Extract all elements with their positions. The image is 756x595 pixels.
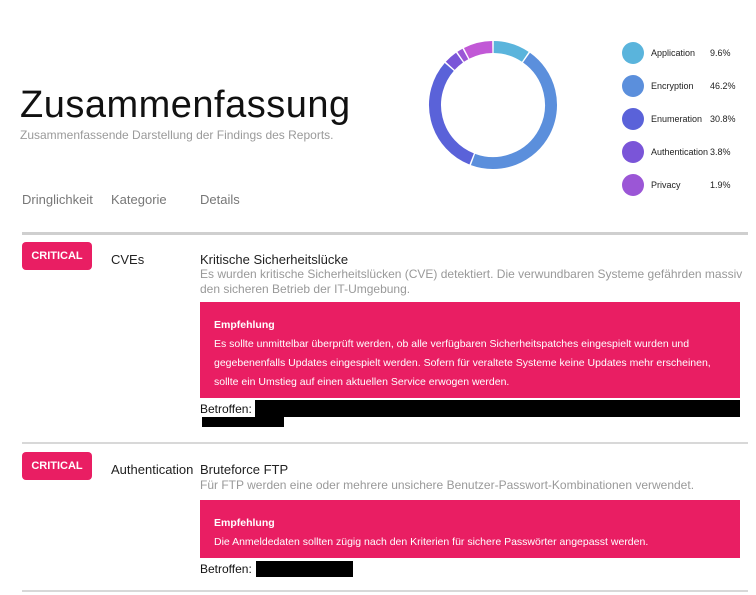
page-subtitle: Zusammenfassende Darstellung der Finding…: [20, 128, 334, 142]
legend-value: 1.9%: [710, 179, 731, 190]
legend-value: 46.2%: [710, 80, 736, 91]
legend-label: Privacy: [651, 179, 681, 190]
finding-category: Authentication: [111, 462, 194, 477]
donut-slice-application: [493, 41, 529, 62]
row-divider: [22, 442, 748, 444]
recommendation-title: Empfehlung: [214, 319, 275, 331]
category-donut-chart: [429, 41, 557, 169]
redacted-block: [255, 400, 740, 417]
legend-label: Enumeration: [651, 113, 703, 124]
row-divider: [22, 590, 748, 592]
finding-description: Es wurden kritische Sicherheitslücken (C…: [200, 267, 743, 296]
finding-title: Bruteforce FTP: [200, 462, 289, 477]
legend-swatch: [622, 107, 644, 130]
donut-slice-enumeration: [429, 62, 475, 165]
recommendation-text: Die Anmeldedaten sollten zügig nach den …: [214, 536, 649, 548]
affected-label: Betroffen:: [200, 562, 252, 576]
recommendation-box: Empfehlung Es sollte unmittelbar überprü…: [200, 302, 740, 398]
legend-swatch: [622, 74, 644, 97]
legend-item: Privacy 1.9%: [622, 168, 756, 201]
column-header-details: Details: [200, 192, 240, 207]
chart-legend: Application 9.6% Encryption 46.2% Enumerat…: [622, 36, 756, 201]
finding-title: Kritische Sicherheitslücke: [200, 252, 349, 267]
legend-swatch: [622, 173, 644, 196]
page-title: Zusammenfassung: [20, 84, 351, 126]
donut-slice-other: [463, 41, 493, 59]
redacted-block: [202, 417, 284, 427]
recommendation-text: Es sollte unmittelbar überprüft werden, …: [214, 338, 711, 388]
legend-label: Authentication: [651, 146, 709, 157]
legend-item: Authentication 3.8%: [622, 135, 756, 168]
column-header-category: Kategorie: [111, 192, 167, 207]
column-header-severity: Dringlichkeit: [22, 192, 93, 207]
legend-label: Application: [651, 47, 696, 58]
redacted-block: [256, 561, 353, 577]
legend-label: Encryption: [651, 80, 694, 91]
finding-category: CVEs: [111, 252, 145, 267]
legend-value: 3.8%: [710, 146, 731, 157]
legend-item: Enumeration 30.8%: [622, 102, 756, 135]
donut-slice-privacy: [457, 48, 469, 62]
severity-badge: CRITICAL: [22, 242, 92, 270]
recommendation-title: Empfehlung: [214, 517, 275, 529]
legend-item: Encryption 46.2%: [622, 69, 756, 102]
finding-description: Für FTP werden eine oder mehrere unsiche…: [200, 478, 695, 492]
legend-swatch: [622, 140, 644, 163]
severity-badge: CRITICAL: [22, 452, 92, 480]
legend-value: 30.8%: [710, 113, 736, 124]
recommendation-box: Empfehlung Die Anmeldedaten sollten zügi…: [200, 500, 740, 558]
header-divider: [22, 232, 748, 235]
legend-item: Application 9.6%: [622, 36, 756, 69]
affected-label: Betroffen:: [200, 402, 252, 416]
donut-slice-encryption: [470, 52, 557, 169]
donut-slice-authentication: [445, 52, 464, 70]
legend-swatch: [622, 41, 644, 64]
legend-value: 9.6%: [710, 47, 731, 58]
